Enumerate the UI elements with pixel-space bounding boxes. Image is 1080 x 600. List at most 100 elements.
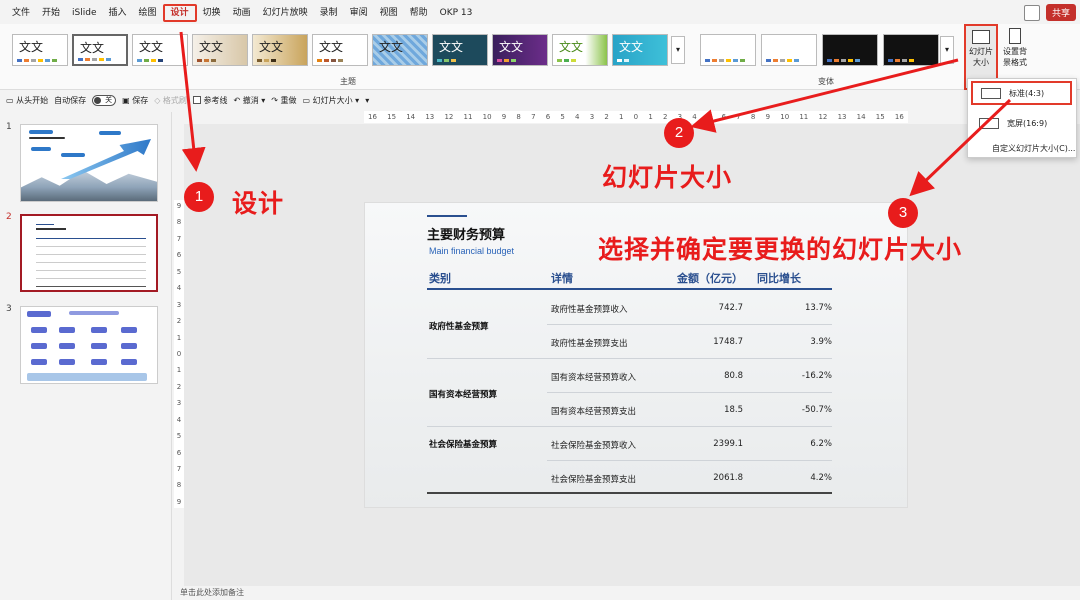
format-painter-button[interactable]: ◇ 格式刷 xyxy=(154,95,187,106)
theme-tile-text: 文文 xyxy=(19,40,44,54)
ruler-tick: 3 xyxy=(589,113,595,121)
slide-thumbnail-1[interactable] xyxy=(20,124,158,202)
qat-slide-size-button[interactable]: ▭ 幻灯片大小 ▾ xyxy=(303,95,360,106)
step-3-label: 选择并确定要更换的幻灯片大小 xyxy=(598,235,963,264)
table-row-divider xyxy=(547,392,832,393)
undo-button[interactable]: ↶ 撤消 ▾ xyxy=(233,95,265,106)
menu-insert[interactable]: 插入 xyxy=(103,4,133,22)
ruler-tick: 15 xyxy=(387,113,397,121)
theme-tile-6[interactable]: 文文 xyxy=(312,34,368,66)
menu-home[interactable]: 开始 xyxy=(36,4,66,22)
guides-checkbox[interactable] xyxy=(192,96,201,104)
variant-tile-3[interactable] xyxy=(822,34,878,66)
ruler-tick: 9 xyxy=(176,497,182,506)
ruler-tick: 4 xyxy=(692,113,697,121)
table-bottom-line xyxy=(427,492,832,494)
table-group-divider xyxy=(427,426,832,427)
variant-tile-2[interactable] xyxy=(761,34,817,66)
qat-customize-icon[interactable]: ▾ xyxy=(365,96,369,105)
menu-slideshow[interactable]: 幻灯片放映 xyxy=(257,4,314,22)
menu-animations[interactable]: 动画 xyxy=(227,4,257,22)
slide-size-icon xyxy=(972,30,990,44)
table-cell-growth: 4.2% xyxy=(810,473,832,483)
ruler-tick: 5 xyxy=(560,113,565,121)
ruler-tick: 7 xyxy=(176,234,182,243)
share-button[interactable]: 共享 xyxy=(1045,4,1076,21)
theme-tile-7[interactable]: 文文 xyxy=(372,34,428,66)
menu-review[interactable]: 审阅 xyxy=(344,4,374,22)
size-option-widescreen[interactable]: 宽屏(16:9) xyxy=(971,111,1072,135)
theme-tile-8[interactable]: 文文 xyxy=(432,34,488,66)
slide-thumbnail-2[interactable] xyxy=(20,214,158,292)
format-background-icon xyxy=(1009,28,1021,44)
autosave-state: 关 xyxy=(105,95,113,104)
menu-okp[interactable]: OKP 13 xyxy=(434,4,479,22)
variants-more-button[interactable]: ▾ xyxy=(940,36,954,64)
autosave-toggle[interactable]: 关 xyxy=(92,94,117,106)
save-label: 保存 xyxy=(132,95,149,105)
menu-islide[interactable]: iSlide xyxy=(66,4,102,22)
step-1-label: 设计 xyxy=(232,189,285,218)
menu-record[interactable]: 录制 xyxy=(314,4,344,22)
theme-tile-4[interactable]: 文文 xyxy=(192,34,248,66)
ruler-tick: 9 xyxy=(501,113,507,121)
standard-ratio-icon xyxy=(981,87,1001,99)
table-row-divider xyxy=(547,324,832,325)
save-button[interactable]: ▣ 保存 xyxy=(122,95,148,106)
menu-design[interactable]: 设计 xyxy=(162,4,197,22)
ruler-tick: 15 xyxy=(875,113,885,121)
table-header-amount: 金额（亿元） xyxy=(677,272,743,285)
slide-thumbnail-3[interactable] xyxy=(20,306,158,384)
table-cell-detail: 社会保险基金预算支出 xyxy=(551,475,637,485)
step-2-badge: 2 xyxy=(664,118,694,148)
theme-tile-current[interactable]: 文文 xyxy=(72,34,128,66)
themes-more-button[interactable]: ▾ xyxy=(671,36,685,64)
variant-tile-1[interactable] xyxy=(700,34,756,66)
format-painter-label: 格式刷 xyxy=(162,95,187,105)
notes-pane[interactable]: 单击此处添加备注 xyxy=(174,586,1080,600)
menu-help[interactable]: 帮助 xyxy=(404,4,434,22)
table-cell-detail: 政府性基金预算收入 xyxy=(551,305,628,315)
menu-draw[interactable]: 绘图 xyxy=(133,4,163,22)
comment-icon[interactable] xyxy=(1023,4,1040,21)
menu-bar: 文件 开始 iSlide 插入 绘图 设计 切换 动画 幻灯片放映 录制 审阅 … xyxy=(0,0,1080,26)
thumb-title xyxy=(29,137,65,139)
guides-label: 参考线 xyxy=(203,95,228,105)
thumb-node xyxy=(31,343,47,349)
theme-tile-10[interactable]: 文文 xyxy=(552,34,608,66)
redo-button[interactable]: ↷ 重做 xyxy=(271,95,296,106)
theme-tile-3[interactable]: 文文 xyxy=(132,34,188,66)
ruler-tick: 6 xyxy=(545,113,551,121)
format-background-label: 设置背景格式 xyxy=(1003,47,1027,67)
menu-transitions[interactable]: 切换 xyxy=(197,4,227,22)
table-cell-growth: 3.9% xyxy=(810,337,832,347)
guides-toggle[interactable]: 参考线 xyxy=(192,95,228,106)
qat-slide-size-label: 幻灯片大小 xyxy=(312,95,353,105)
theme-tile-office[interactable]: 文文 xyxy=(12,34,68,66)
thumb-node xyxy=(31,327,47,333)
thumb-node xyxy=(121,343,137,349)
theme-tile-5[interactable]: 文文 xyxy=(252,34,308,66)
ruler-tick: 8 xyxy=(176,481,182,490)
custom-slide-size-item[interactable]: 自定义幻灯片大小(C)... xyxy=(992,143,1075,154)
redo-label: 重做 xyxy=(280,95,297,105)
theme-tile-9[interactable]: 文文 xyxy=(492,34,548,66)
menu-view[interactable]: 视图 xyxy=(374,4,404,22)
from-start-button[interactable]: ▭ 从头开始 xyxy=(6,95,48,106)
thumb-node xyxy=(31,359,47,365)
table-category: 国有资本经营预算 xyxy=(429,390,498,400)
thumb-title xyxy=(36,228,66,230)
thumb-tag xyxy=(61,153,85,157)
variant-tile-4[interactable] xyxy=(883,34,939,66)
theme-tile-11[interactable]: 文文 xyxy=(612,34,668,66)
thumb-number-3: 3 xyxy=(6,304,12,314)
slide-size-label: 幻灯片大小 xyxy=(969,47,993,67)
ruler-tick: 0 xyxy=(633,113,639,121)
ruler-tick: 16 xyxy=(368,113,377,121)
design-ribbon: 文文 文文 文文 文文 文文 文文 文文 文文 文文 文文 文文 ▾ 主题 ▾ … xyxy=(0,24,1080,90)
thumb-node xyxy=(59,327,75,333)
thumb-row-line xyxy=(36,278,146,279)
menu-file[interactable]: 文件 xyxy=(6,4,36,22)
theme-tile-text: 文文 xyxy=(559,40,584,54)
size-option-standard[interactable]: 标准(4:3) xyxy=(971,81,1072,105)
